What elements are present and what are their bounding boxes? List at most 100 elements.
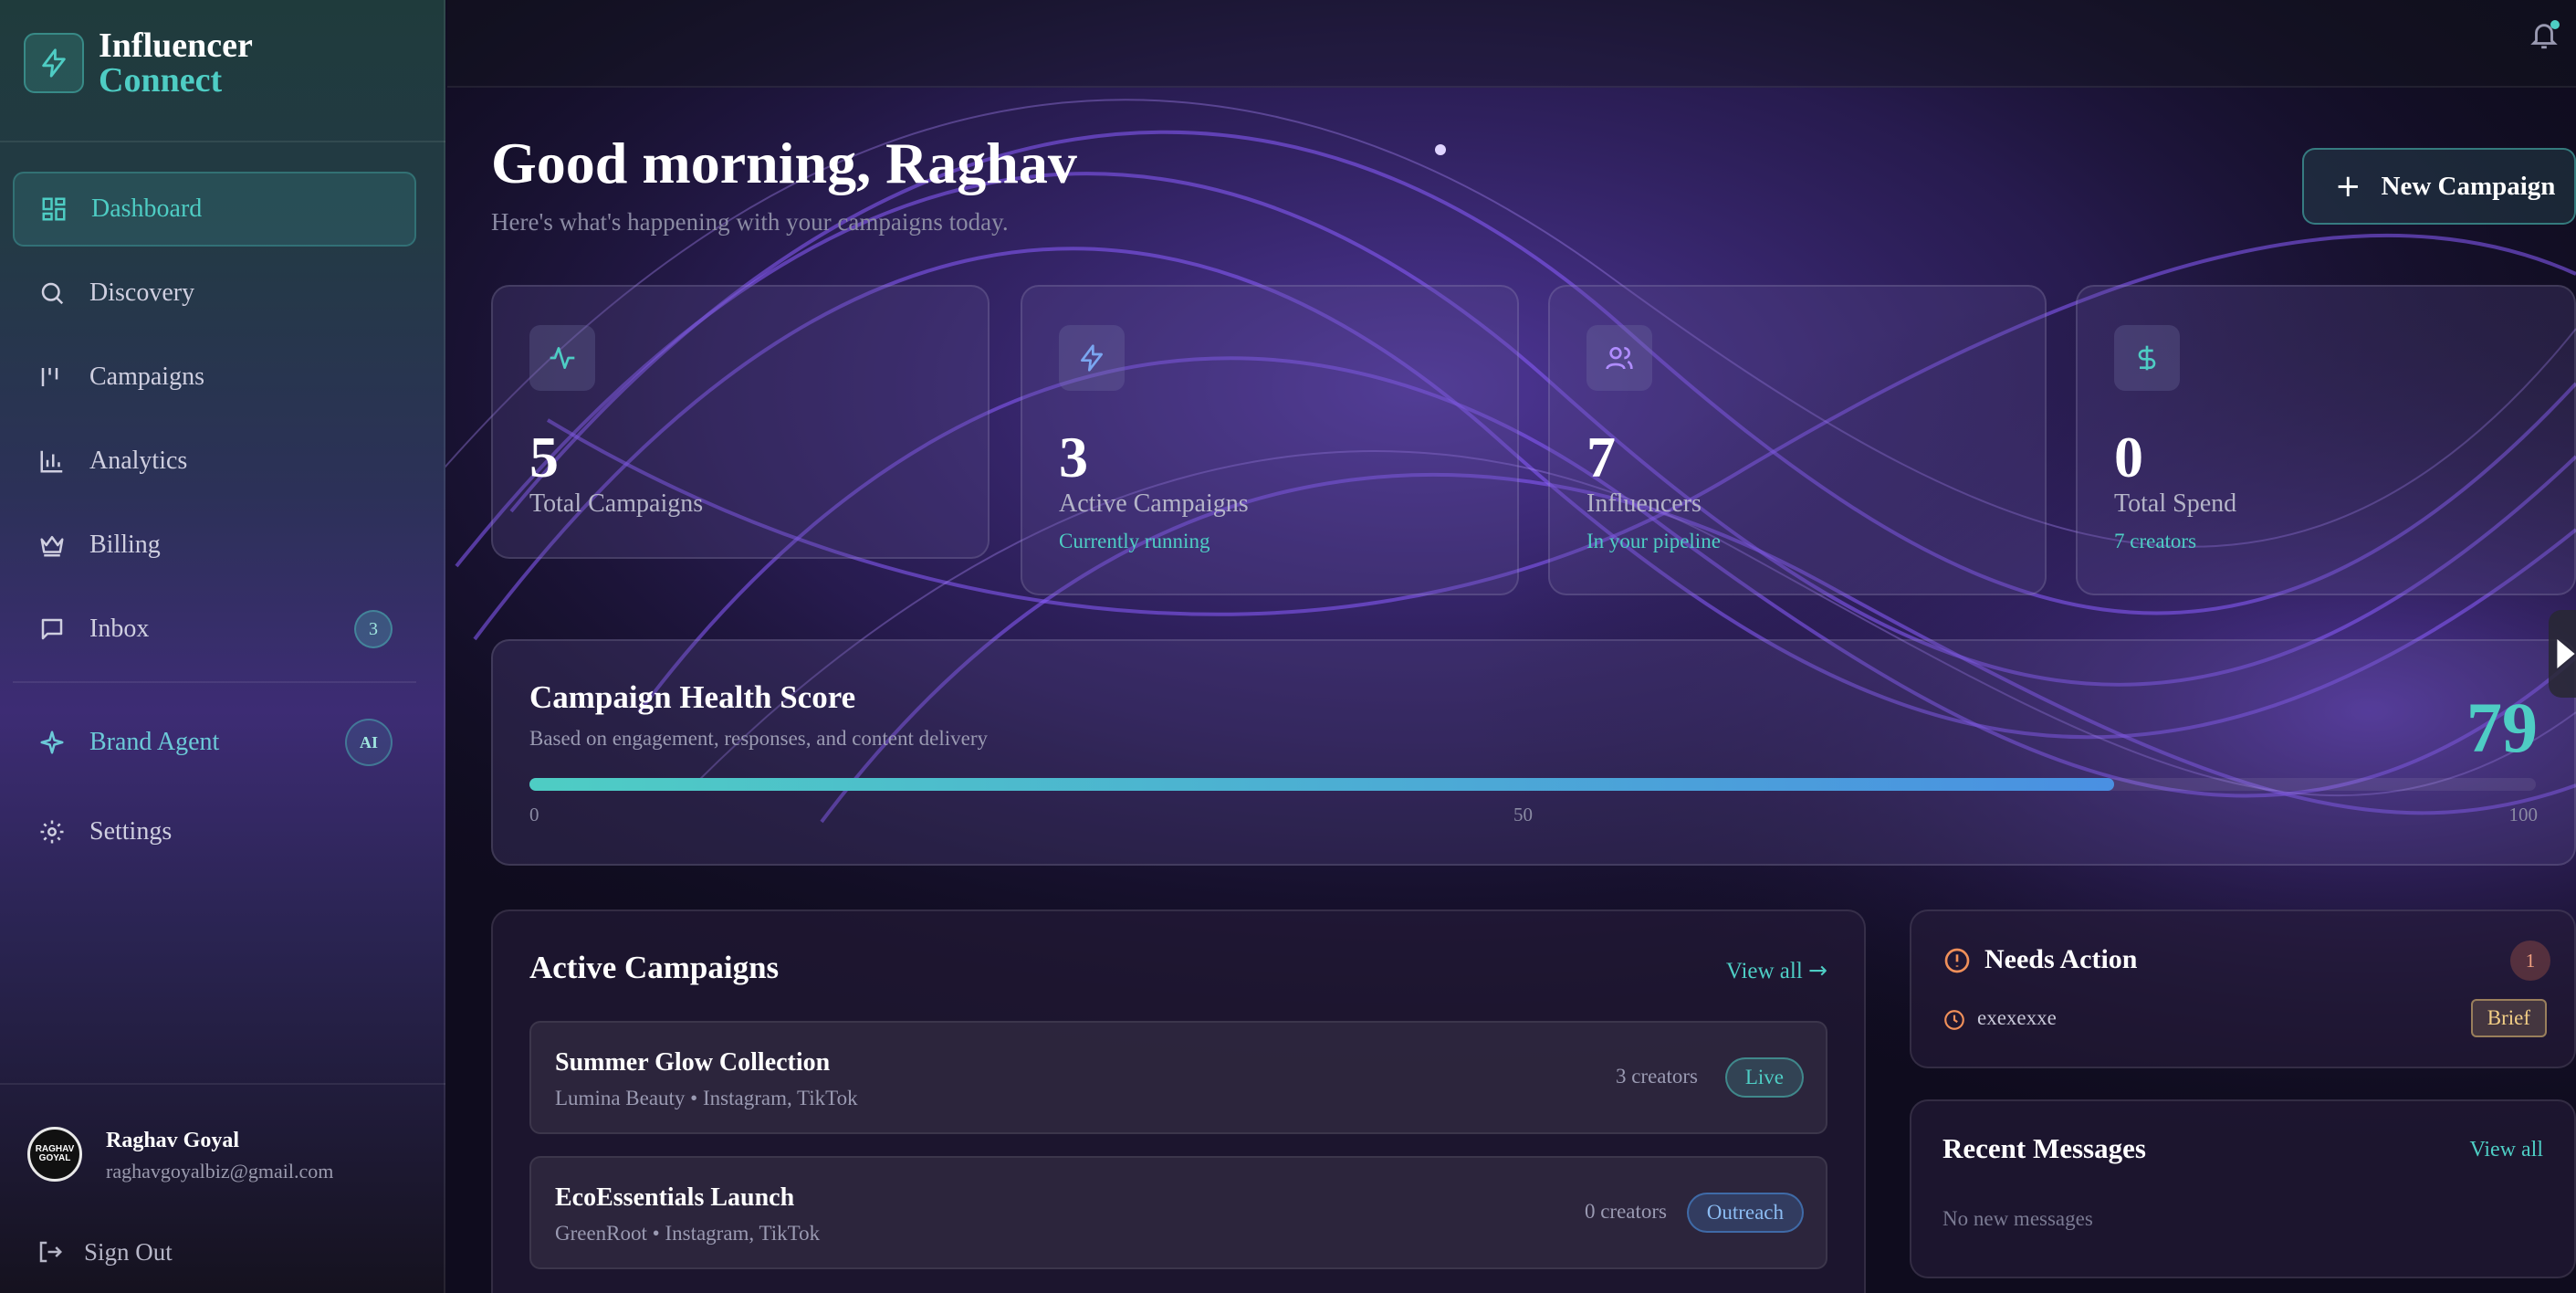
stat-value: 5 bbox=[529, 425, 559, 489]
campaign-row[interactable]: EcoEssentials Launch GreenRoot • Instagr… bbox=[529, 1156, 1827, 1269]
user-email: raghavgoyalbiz@gmail.com bbox=[106, 1160, 334, 1183]
stat-card-total-campaigns: 5 Total Campaigns bbox=[491, 285, 990, 559]
dollar-icon bbox=[2114, 325, 2180, 391]
sidebar-item-dashboard[interactable]: Dashboard bbox=[13, 172, 416, 247]
status-badge: Live bbox=[1724, 1057, 1804, 1098]
top-bar bbox=[447, 0, 2576, 88]
divider bbox=[13, 681, 416, 683]
sign-out-button[interactable]: Sign Out bbox=[35, 1236, 173, 1267]
alert-icon bbox=[1944, 948, 1970, 973]
health-progress-track bbox=[529, 778, 2536, 791]
sidebar-item-label: Analytics bbox=[89, 447, 188, 475]
campaign-name: Summer Glow Collection bbox=[555, 1048, 831, 1077]
sidebar-item-inbox[interactable]: Inbox 3 bbox=[13, 592, 416, 667]
health-score-card: Campaign Health Score Based on engagemen… bbox=[491, 639, 2576, 866]
avatar[interactable]: RAGHAV GOYAL bbox=[27, 1127, 82, 1182]
new-campaign-button[interactable]: + New Campaign bbox=[2302, 148, 2576, 225]
sidebar-item-label: Settings bbox=[89, 817, 173, 846]
stat-value: 7 bbox=[1586, 425, 1616, 489]
avatar-text: RAGHAV GOYAL bbox=[35, 1144, 75, 1163]
message-icon bbox=[37, 614, 68, 645]
sparkle-icon bbox=[37, 727, 68, 758]
stat-value: 3 bbox=[1059, 425, 1088, 489]
bolt-icon bbox=[1059, 325, 1125, 391]
campaign-creators: 0 creators bbox=[1584, 1200, 1667, 1223]
active-campaigns-panel: Active Campaigns View all → Summer Glow … bbox=[491, 909, 1866, 1293]
empty-state-text: No new messages bbox=[1942, 1207, 2093, 1230]
crown-icon bbox=[37, 530, 68, 561]
view-all-campaigns-link[interactable]: View all → bbox=[1726, 957, 1827, 984]
campaign-name: EcoEssentials Launch bbox=[555, 1183, 795, 1212]
sidebar-item-label: Discovery bbox=[89, 279, 195, 307]
stat-subtext: Currently running bbox=[1059, 530, 1210, 552]
new-campaign-label: New Campaign bbox=[2381, 171, 2556, 201]
page-subtitle: Here's what's happening with your campai… bbox=[491, 208, 1009, 236]
dashboard-icon bbox=[38, 194, 69, 225]
campaigns-icon bbox=[37, 362, 68, 393]
plus-icon: + bbox=[2335, 168, 2361, 205]
divider bbox=[0, 141, 445, 142]
stat-subtext: 7 creators bbox=[2114, 530, 2197, 552]
page-title: Good morning, Raghav bbox=[491, 131, 1077, 195]
brief-tag: Brief bbox=[2470, 999, 2547, 1037]
sidebar-item-campaigns[interactable]: Campaigns bbox=[13, 340, 416, 415]
brand-name-line2: Connect bbox=[99, 61, 223, 100]
campaign-meta: Lumina Beauty • Instagram, TikTok bbox=[555, 1087, 858, 1109]
stat-card-active-campaigns: 3 Active Campaigns Currently running bbox=[1021, 285, 1519, 595]
sidebar-item-analytics[interactable]: Analytics bbox=[13, 424, 416, 499]
divider bbox=[0, 1083, 445, 1085]
stat-card-influencers: 7 Influencers In your pipeline bbox=[1548, 285, 2047, 595]
sidebar-item-label: Billing bbox=[89, 531, 161, 559]
bolt-icon bbox=[42, 48, 66, 78]
bar-chart-icon bbox=[37, 446, 68, 477]
recent-messages-panel: Recent Messages View all No new messages bbox=[1910, 1099, 2576, 1278]
stat-label: Total Campaigns bbox=[529, 489, 704, 518]
activity-icon bbox=[529, 325, 595, 391]
progress-tick: 0 bbox=[529, 804, 539, 825]
sidebar-item-label: Dashboard bbox=[91, 194, 203, 223]
stat-value: 0 bbox=[2114, 425, 2143, 489]
stat-subtext: In your pipeline bbox=[1586, 530, 1721, 552]
stat-label: Influencers bbox=[1586, 489, 1702, 518]
panel-title: Needs Action bbox=[1984, 944, 2138, 974]
needs-action-count: 1 bbox=[2510, 941, 2550, 981]
search-icon bbox=[37, 278, 68, 309]
sidebar-item-billing[interactable]: Billing bbox=[13, 508, 416, 583]
action-item-label[interactable]: exexexxe bbox=[1977, 1006, 2057, 1030]
user-name: Raghav Goyal bbox=[106, 1129, 240, 1152]
sidebar-item-discovery[interactable]: Discovery bbox=[13, 256, 416, 331]
sidebar-item-label: Inbox bbox=[89, 615, 150, 643]
stat-label: Total Spend bbox=[2114, 489, 2237, 518]
health-title: Campaign Health Score bbox=[529, 679, 856, 715]
brand-logo bbox=[24, 33, 84, 93]
health-subtitle: Based on engagement, responses, and cont… bbox=[529, 727, 989, 750]
health-score-value: 79 bbox=[2466, 688, 2538, 767]
sidebar-item-brand-agent[interactable]: Brand Agent AI bbox=[13, 705, 416, 780]
notification-dot bbox=[2550, 20, 2560, 29]
sidebar-item-label: Brand Agent bbox=[89, 728, 220, 756]
logout-icon bbox=[35, 1236, 66, 1267]
panel-title: Active Campaigns bbox=[529, 950, 780, 985]
gear-icon bbox=[37, 816, 68, 847]
inbox-count-badge: 3 bbox=[354, 610, 393, 648]
panel-title: Recent Messages bbox=[1942, 1132, 2146, 1164]
sidebar-item-settings[interactable]: Settings bbox=[13, 794, 416, 869]
status-badge: Outreach bbox=[1686, 1193, 1804, 1233]
health-progress-fill bbox=[529, 778, 2115, 791]
stat-label: Active Campaigns bbox=[1059, 489, 1249, 518]
campaign-creators: 3 creators bbox=[1615, 1065, 1698, 1088]
sidebar: Influencer Connect Dashboard Discovery C… bbox=[0, 0, 445, 1293]
progress-tick: 50 bbox=[1513, 804, 1533, 825]
stat-card-total-spend: 0 Total Spend 7 creators bbox=[2076, 285, 2576, 595]
view-all-messages-link[interactable]: View all bbox=[2469, 1138, 2543, 1162]
panel-toggle-handle[interactable] bbox=[2549, 610, 2576, 698]
needs-action-panel: Needs Action 1 exexexxe Brief bbox=[1910, 909, 2576, 1068]
campaign-meta: GreenRoot • Instagram, TikTok bbox=[555, 1222, 821, 1245]
progress-tick: 100 bbox=[2508, 804, 2539, 825]
sidebar-item-label: Campaigns bbox=[89, 363, 204, 391]
clock-icon bbox=[1944, 1010, 1964, 1030]
view-all-label: View all bbox=[1725, 959, 1803, 983]
users-icon bbox=[1586, 325, 1652, 391]
caret-right-icon bbox=[2557, 639, 2575, 668]
campaign-row[interactable]: Summer Glow Collection Lumina Beauty • I… bbox=[529, 1021, 1827, 1134]
